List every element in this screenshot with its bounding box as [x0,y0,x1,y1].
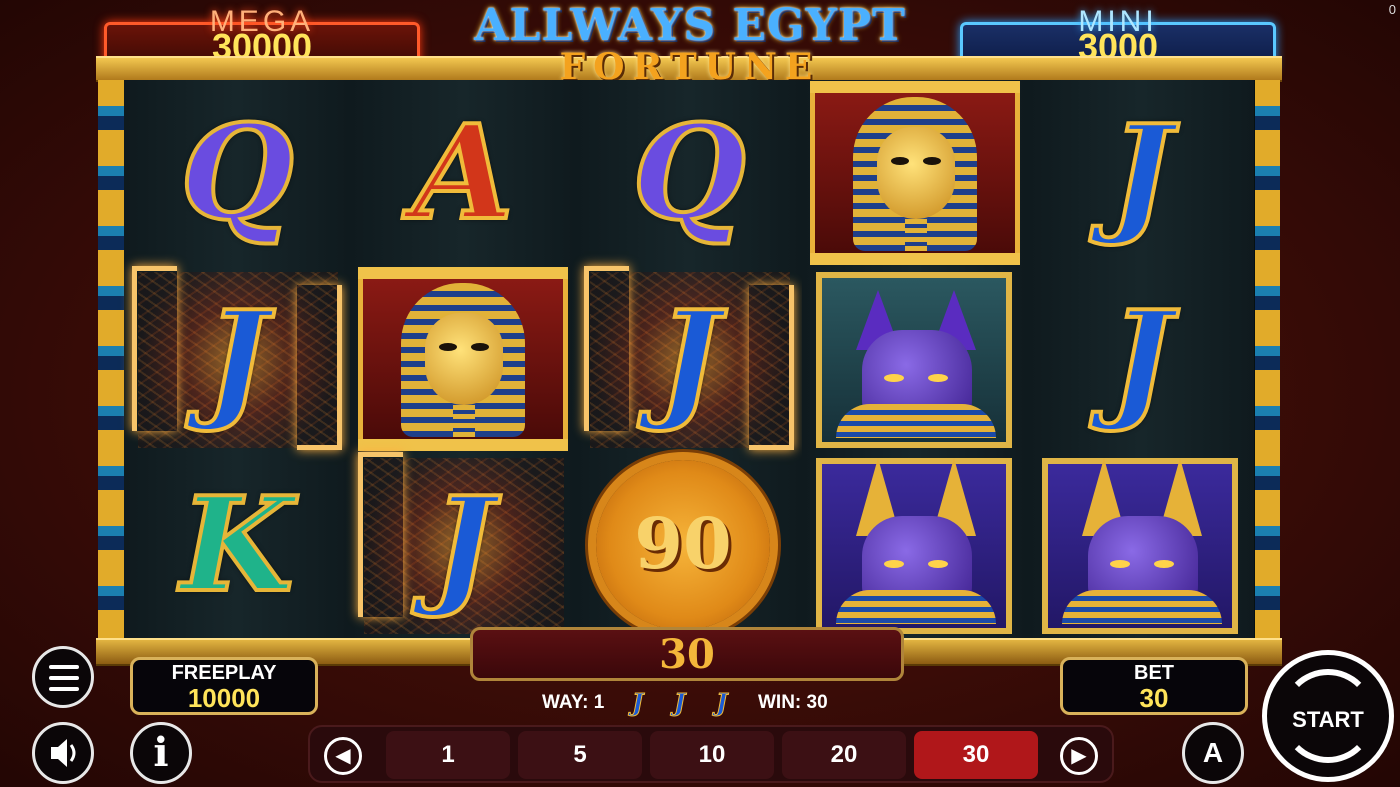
freeplay-label: FREEPLAY [171,662,277,684]
symbol-cell-winning: J [124,266,350,452]
info-icon: i [153,729,169,776]
symbol-cell [350,266,576,452]
symbol-cell: K [124,452,350,638]
auto-icon: A [1202,737,1224,768]
reel-5: J J [1028,80,1255,638]
speaker-icon [51,739,76,767]
info-button[interactable]: i [130,722,192,784]
bet-option[interactable]: 10 [650,731,774,779]
anubis-symbol [816,458,1012,634]
j-symbol-icon: J [631,688,644,718]
reel-2: A J [350,80,577,638]
pharaoh-symbol [358,267,568,451]
q-symbol: Q [630,96,747,250]
symbol-cell: J [1028,80,1254,266]
logo-line1: ALLWAYS EGYPT [474,0,906,51]
symbol-cell-winning: J [576,266,802,452]
reel-4 [802,80,1029,638]
j-symbol-icon: J [715,688,728,718]
symbol-cell: J [1028,266,1254,452]
j-symbol: J [204,282,270,436]
bet-option[interactable]: 20 [782,731,906,779]
arrow-left-icon[interactable]: ◀ [324,737,362,775]
pharaoh-face [877,127,955,219]
bet-option-selected[interactable]: 30 [914,731,1038,779]
sound-button[interactable] [32,722,94,784]
pharaoh-beard [453,405,475,437]
j-symbol: J [1108,96,1174,250]
autoplay-button[interactable]: A [1182,722,1244,784]
j-symbol-icon: J [673,688,686,718]
bet-label: BET [1134,662,1174,684]
bet-value: 30 [1139,683,1169,713]
way-info: WAY: 1 J J J WIN: 30 [470,688,904,718]
right-pillar [1254,80,1280,638]
pharaoh-beard [905,219,927,251]
symbol-cell: Q [124,80,350,266]
symbol-cell-winning: J [350,452,576,638]
reel-3: Q J 90 [576,80,803,638]
bet-selector: ◀ 1 5 10 20 30 ▶ [308,725,1114,783]
pharaoh-symbol [810,81,1020,265]
win-amount: 30 [659,631,715,678]
cat-symbol [816,272,1012,448]
j-symbol: J [430,468,496,622]
start-button[interactable]: START [1262,650,1394,782]
symbol-cell: Q [576,80,802,266]
anubis-symbol [1042,458,1238,634]
logo-line2: FORTUNE [559,46,821,88]
menu-button[interactable] [32,646,94,708]
freeplay-box: FREEPLAY 10000 [130,657,318,715]
symbol-cell: 90 [576,452,802,638]
corner-counter: 0 [1388,2,1396,17]
pharaoh-face [425,313,503,405]
bet-option[interactable]: 1 [386,731,510,779]
symbol-cell [802,452,1028,638]
freeplay-value: 10000 [187,683,261,713]
symbol-cell [802,80,1028,266]
j-symbol: J [656,282,722,436]
q-symbol: Q [178,96,295,250]
symbol-cell [802,266,1028,452]
symbol-cell [1028,452,1254,638]
coin-value: 90 [634,502,732,585]
arrow-right-icon[interactable]: ▶ [1060,737,1098,775]
way-label: WAY: 1 [542,692,605,713]
win-display: 30 [470,627,904,681]
bet-box: BET 30 [1060,657,1248,715]
j-symbol: J [1108,282,1174,436]
a-symbol: A [411,96,516,250]
win-label: WIN: 30 [758,692,828,713]
coin-symbol: 90 [596,460,770,630]
game-logo: ALLWAYS EGYPT FORTUNE [430,0,950,86]
bet-option[interactable]: 5 [518,731,642,779]
symbol-cell: A [350,80,576,266]
k-symbol: K [179,468,296,622]
reel-1: Q J K [124,80,351,638]
start-label: START [1292,707,1364,732]
reel-area: Q J K A J Q J 90 J J [124,80,1255,638]
left-pillar [98,80,124,638]
